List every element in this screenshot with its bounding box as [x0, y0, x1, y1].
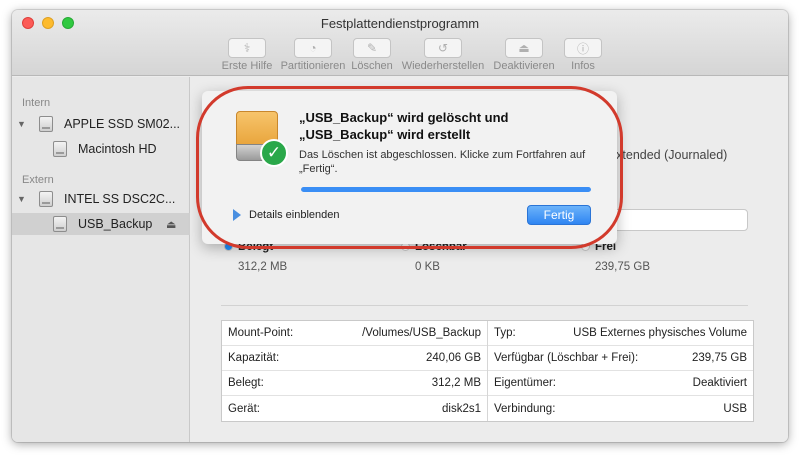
external-disk-icon: [39, 191, 53, 207]
first-aid-icon: ⚕: [228, 38, 266, 58]
legend-purgeable: Löschbar 0 KB: [401, 241, 467, 273]
info-row-mount-point: Mount-Point: /Volumes/USB_Backup: [222, 321, 487, 346]
info-value: /Volumes/USB_Backup: [362, 327, 481, 339]
info-row-device: Gerät: disk2s1: [222, 396, 487, 421]
info-label: Verfügbar (Löschbar + Frei):: [494, 352, 639, 364]
info-row-owners: Eigentümer: Deaktiviert: [488, 371, 753, 396]
sidebar-section-extern: Extern: [22, 174, 54, 186]
progress-bar: [301, 187, 591, 192]
sidebar-item-usb-backup[interactable]: USB_Backup ⏏: [12, 213, 190, 235]
toolbar-label: Wiederherstellen: [401, 60, 485, 72]
info-value: 312,2 MB: [431, 377, 481, 389]
progress-fill: [301, 187, 591, 192]
info-icon: ⓘ: [564, 38, 602, 58]
info-row-capacity: Kapazität: 240,06 GB: [222, 346, 487, 371]
sheet-message-line1: Das Löschen ist abgeschlossen. Klicke zu…: [299, 149, 586, 161]
info-row-type: Typ: USB Externes physisches Volume: [488, 321, 753, 346]
sidebar-section-intern: Intern: [22, 97, 51, 109]
info-label: Kapazität:: [228, 352, 280, 364]
volume-disk-icon: [53, 216, 67, 232]
divider: [221, 305, 748, 306]
erase-complete-sheet: ✓ „USB_Backup“ wird gelöscht und „USB_Ba…: [202, 91, 617, 244]
checkmark-icon: ✓: [260, 139, 288, 167]
legend-value: 0 KB: [415, 261, 440, 273]
toolbar-label: Infos: [571, 60, 595, 72]
info-row-available: Verfügbar (Löschbar + Frei): 239,75 GB: [488, 346, 753, 371]
info-value: USB: [723, 402, 747, 415]
info-row-used: Belegt: 312,2 MB: [222, 371, 487, 396]
info-label: Typ:: [494, 327, 516, 339]
sheet-title-line1: „USB_Backup“ wird gelöscht und: [299, 110, 509, 125]
legend-value: 239,75 GB: [595, 261, 650, 273]
done-button[interactable]: Fertig: [527, 205, 591, 225]
legend-used: Belegt 312,2 MB: [224, 241, 287, 273]
disclosure-triangle-icon[interactable]: ▼: [17, 194, 26, 204]
title-bar: Festplattendienstprogramm ⚕ Erste Hilfe …: [12, 10, 788, 76]
sidebar-item-macintosh-hd[interactable]: Macintosh HD: [12, 138, 190, 160]
sheet-message: Das Löschen ist abgeschlossen. Klicke zu…: [299, 148, 599, 176]
info-label: Mount-Point:: [228, 327, 294, 339]
legend-value: 312,2 MB: [238, 261, 288, 273]
sidebar-item-intel-ssd[interactable]: ▼ INTEL SS DSC2C...: [12, 188, 190, 210]
eject-icon[interactable]: ⏏: [166, 218, 176, 231]
erase-icon: ✎: [353, 38, 391, 58]
info-row-connection: Verbindung: USB: [488, 396, 753, 421]
info-column-left: Mount-Point: /Volumes/USB_Backup Kapazitä…: [222, 321, 488, 421]
restore-icon: ↺: [424, 38, 462, 58]
sidebar-item-label: INTEL SS DSC2C...: [64, 192, 176, 206]
info-value: disk2s1: [442, 402, 481, 415]
show-details-toggle[interactable]: Details einblenden: [233, 209, 340, 221]
sheet-title: „USB_Backup“ wird gelöscht und „USB_Back…: [299, 109, 599, 143]
info-value: 240,06 GB: [426, 352, 481, 364]
disclosure-triangle-icon[interactable]: ▼: [17, 119, 26, 129]
sheet-message-line2: „Fertig“.: [299, 163, 338, 175]
toolbar-restore[interactable]: ↺ Wiederherstellen: [398, 38, 488, 72]
disk-utility-window: Festplattendienstprogramm ⚕ Erste Hilfe …: [12, 10, 788, 442]
info-value: USB Externes physisches Volume: [573, 327, 747, 339]
sidebar-item-apple-ssd[interactable]: ▼ APPLE SSD SM02...: [12, 113, 190, 135]
disclosure-triangle-icon: [233, 209, 241, 221]
info-value: Deaktiviert: [692, 377, 747, 389]
sidebar-item-label: USB_Backup: [78, 217, 153, 231]
volume-disk-icon: [53, 141, 67, 157]
info-column-right: Typ: USB Externes physisches Volume Verfü…: [488, 321, 753, 421]
info-label: Verbindung:: [494, 402, 556, 415]
show-details-label: Details einblenden: [249, 209, 340, 221]
info-label: Belegt:: [228, 377, 264, 389]
sidebar: Intern ▼ APPLE SSD SM02... Macintosh HD …: [12, 77, 190, 442]
window-title: Festplattendienstprogramm: [320, 16, 480, 31]
sidebar-item-label: APPLE SSD SM02...: [64, 117, 181, 131]
info-value: 239,75 GB: [692, 352, 747, 364]
info-label: Gerät:: [228, 402, 260, 415]
toolbar-info[interactable]: ⓘ Infos: [538, 38, 628, 72]
legend-free: Frei 239,75 GB: [581, 241, 650, 273]
sidebar-item-label: Macintosh HD: [78, 142, 157, 156]
sheet-title-line2: „USB_Backup“ wird erstellt: [299, 127, 471, 142]
info-label: Eigentümer:: [494, 377, 557, 389]
volume-info-table: Mount-Point: /Volumes/USB_Backup Kapazitä…: [221, 320, 754, 422]
internal-disk-icon: [39, 116, 53, 132]
